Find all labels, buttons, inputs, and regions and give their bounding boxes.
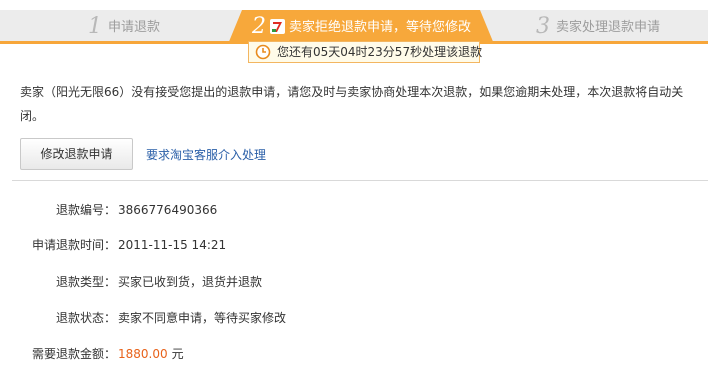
clock-icon xyxy=(255,44,271,66)
step-seller-processing: 3 卖家处理退款申请 xyxy=(536,10,660,44)
modify-refund-button[interactable]: 修改退款申请 xyxy=(20,138,133,170)
detail-value: 3866776490366 xyxy=(118,203,218,217)
detail-label: 需要退款金额： xyxy=(31,347,116,361)
divider xyxy=(12,180,708,181)
detail-label: 退款编号： xyxy=(55,203,116,217)
detail-label: 退款类型： xyxy=(55,275,116,289)
detail-label: 申请退款时间： xyxy=(31,238,116,252)
countdown-text: 您还有05天04时23分57秒处理该退款 xyxy=(277,45,483,59)
currency-unit: 元 xyxy=(171,347,184,361)
countdown-timer: 您还有05天04时23分57秒处理该退款 xyxy=(248,41,483,66)
refund-amount: 1880.00 xyxy=(118,347,168,361)
detail-value: 2011-11-15 14:21 xyxy=(118,238,227,252)
request-customer-service-link[interactable]: 要求淘宝客服介入处理 xyxy=(146,146,266,163)
step-apply-refund: 1 申请退款 xyxy=(88,10,160,44)
refund-notice: 卖家（阳光无限66）没有接受您提出的退款申请，请您及时与卖家协商处理本次退款，如… xyxy=(20,85,684,123)
detail-value: 买家已收到货，退货并退款 xyxy=(118,275,263,289)
step-label: 卖家处理退款申请 xyxy=(556,20,661,35)
step-label: 申请退款 xyxy=(108,20,161,35)
detail-value: 卖家不同意申请，等待买家修改 xyxy=(118,311,287,325)
step-number: 1 xyxy=(88,14,102,39)
step-seller-rejected-current: 2 卖家拒绝退款申请，等待您修改 xyxy=(228,10,494,44)
step-number: 2 xyxy=(252,14,266,39)
step-number: 3 xyxy=(536,14,550,39)
detail-label: 退款状态： xyxy=(55,311,116,325)
progress-steps: 1 申请退款 2 卖家拒绝退款申请，等待您修改 3 卖家处理退款申请 xyxy=(0,10,708,44)
taobao-seven-day-icon xyxy=(270,19,285,34)
detail-value: 1880.00 元 xyxy=(118,344,184,364)
step-label: 卖家拒绝退款申请，等待您修改 xyxy=(289,20,472,35)
